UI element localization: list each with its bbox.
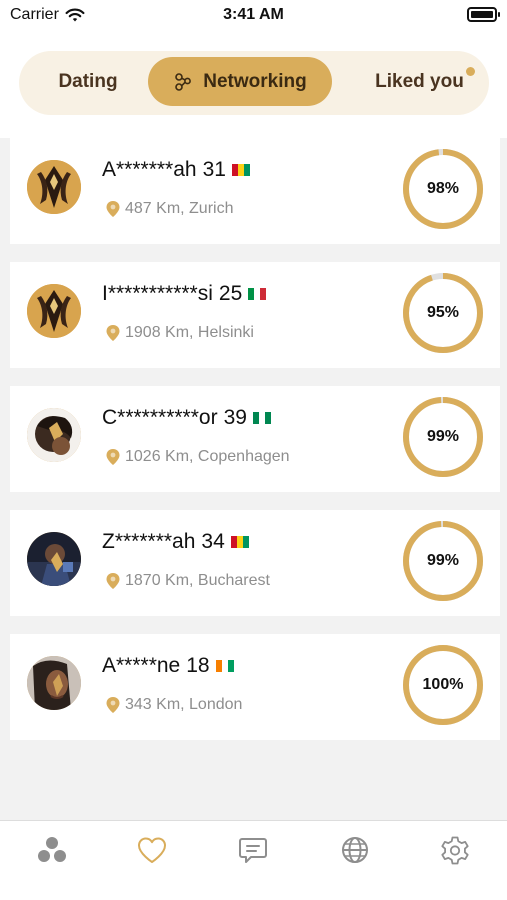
flag-icon (252, 412, 271, 424)
match-card[interactable]: A*******ah 31 487 Km, Zurich 98% (10, 138, 500, 244)
bottom-nav (0, 820, 507, 900)
match-age: 31 (202, 158, 226, 181)
flag-icon (215, 660, 234, 672)
match-card[interactable]: I***********si 25 1908 Km, Helsinki 95% (10, 262, 500, 368)
location-row: 1908 Km, Helsinki (105, 324, 254, 342)
settings-icon (441, 836, 469, 865)
match-list: A*******ah 31 487 Km, Zurich 98% I******… (10, 138, 500, 758)
match-age: 25 (218, 282, 243, 305)
match-percent: 98% (426, 180, 460, 197)
match-age: 39 (223, 406, 247, 429)
battery-icon (467, 7, 500, 22)
location-text: 343 Km, London (125, 696, 243, 713)
nav-chat[interactable] (236, 833, 270, 867)
tab-dating[interactable]: Dating (29, 57, 147, 106)
nav-globe[interactable] (338, 833, 372, 867)
location-row: 343 Km, London (105, 696, 242, 714)
tab-networking[interactable]: Networking (148, 57, 332, 106)
match-percent: 100% (422, 676, 464, 693)
globe-icon (342, 837, 368, 863)
flag-icon (231, 164, 250, 176)
nav-settings[interactable] (438, 833, 472, 867)
location-text: 1026 Km, Copenhagen (125, 448, 290, 465)
location-text: 1870 Km, Bucharest (125, 572, 270, 589)
name-row: Z*******ah 34 (102, 530, 249, 554)
chat-icon (239, 838, 267, 863)
avatar[interactable] (27, 532, 81, 586)
segment-tabs: Dating Networking Liked you (19, 51, 489, 115)
flag-icon (230, 536, 249, 548)
match-percent: 99% (426, 428, 460, 445)
match-name: C**********or (102, 406, 218, 429)
name-row: A*****ne 18 (102, 654, 234, 678)
tab-liked-you[interactable]: Liked you (362, 57, 477, 106)
match-age: 18 (186, 654, 210, 677)
tab-liked-you-label: Liked you (375, 70, 464, 92)
match-percent: 95% (426, 304, 460, 321)
location-text: 1908 Km, Helsinki (125, 324, 254, 341)
flag-icon (248, 288, 267, 300)
match-name: A*****ne (102, 654, 181, 677)
nav-people[interactable] (35, 833, 69, 867)
avatar[interactable] (27, 284, 81, 338)
tab-networking-label: Networking (203, 70, 307, 92)
match-name: I***********si (102, 282, 213, 305)
match-name: Z*******ah (102, 530, 196, 553)
location-pin-icon (106, 449, 120, 465)
match-percent: 99% (426, 552, 460, 569)
name-row: A*******ah 31 (102, 158, 250, 182)
match-age: 34 (201, 530, 225, 553)
match-card[interactable]: A*****ne 18 343 Km, London 100% (10, 634, 500, 740)
match-card[interactable]: C**********or 39 1026 Km, Copenhagen 99% (10, 386, 500, 492)
location-row: 1870 Km, Bucharest (105, 572, 270, 590)
location-pin-icon (106, 325, 120, 341)
nav-likes[interactable] (135, 833, 169, 867)
header: Dating Networking Liked you (0, 32, 507, 138)
notification-dot (466, 67, 475, 76)
clock: 3:41 AM (223, 6, 284, 23)
status-bar: Carrier 3:41 AM (0, 0, 507, 32)
avatar[interactable] (27, 408, 81, 462)
name-row: I***********si 25 (102, 282, 267, 306)
avatar[interactable] (27, 656, 81, 710)
networking-icon (175, 72, 192, 91)
location-pin-icon (106, 697, 120, 713)
location-text: 487 Km, Zurich (125, 200, 234, 217)
location-row: 1026 Km, Copenhagen (105, 448, 290, 466)
name-row: C**********or 39 (102, 406, 271, 430)
location-pin-icon (106, 573, 120, 589)
location-pin-icon (106, 201, 120, 217)
match-name: A*******ah (102, 158, 197, 181)
tab-dating-label: Dating (58, 70, 118, 92)
avatar[interactable] (27, 160, 81, 214)
people-icon (38, 837, 66, 862)
match-card[interactable]: Z*******ah 34 1870 Km, Bucharest 99% (10, 510, 500, 616)
location-row: 487 Km, Zurich (105, 200, 233, 218)
heart-icon (138, 837, 166, 863)
